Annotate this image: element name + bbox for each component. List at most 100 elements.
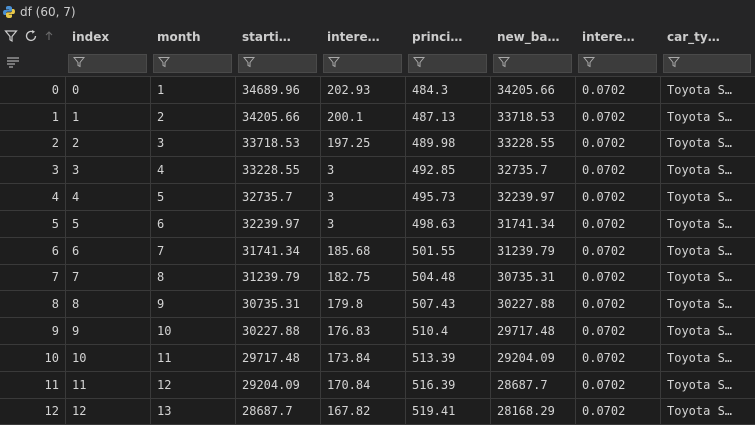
cell-car-type[interactable]: Toyota S… [661,399,755,425]
cell-interest-paid[interactable]: 3 [321,210,406,237]
table-row[interactable]: 1 1 2 34205.66 200.1 487.13 33718.53 0.0702 Toyo… [0,103,755,131]
column-header-month[interactable]: month [151,30,236,44]
cell-starting-balance[interactable]: 31239.79 [236,264,321,291]
table-row[interactable]: 5 5 6 32239.97 3 498.63 31741.34 0.0702 Toyota S… [0,210,755,238]
cell-index[interactable]: 7 [66,264,151,291]
column-filter[interactable] [321,53,406,73]
cell-interest-paid[interactable]: 202.93 [321,77,406,103]
cell-month[interactable]: 9 [151,291,236,318]
column-filter[interactable] [406,53,491,73]
column-filter[interactable] [576,53,661,73]
cell-new-balance[interactable]: 33228.55 [491,130,576,157]
column-filter[interactable] [661,53,755,73]
cell-new-balance[interactable]: 28687.7 [491,371,576,398]
column-filter[interactable] [66,53,151,73]
cell-starting-balance[interactable]: 33718.53 [236,130,321,157]
cell-index[interactable]: 6 [66,237,151,264]
cell-month[interactable]: 3 [151,130,236,157]
cell-principal[interactable]: 489.98 [406,130,491,157]
table-row[interactable]: 9 9 10 30227.88 176.83 510.4 29717.48 0.0702 Toy… [0,318,755,345]
cell-index[interactable]: 11 [66,371,151,398]
cell-starting-balance[interactable]: 29204.09 [236,371,321,398]
column-filter[interactable] [236,53,321,73]
table-row[interactable]: 4 4 5 32735.7 3 495.73 32239.97 0.0702 Toyota S… [0,184,755,211]
cell-principal[interactable]: 501.55 [406,237,491,264]
cell-car-type[interactable]: Toyota S… [661,291,755,317]
cell-starting-balance[interactable]: 34689.96 [236,77,321,103]
cell-car-type[interactable]: Toyota S… [661,318,755,344]
table-row[interactable]: 7 7 8 31239.79 182.75 504.48 30735.31 0.0702 Toy… [0,264,755,292]
table-row[interactable]: 6 6 7 31741.34 185.68 501.55 31239.79 0.0702 Toy… [0,237,755,265]
cell-index[interactable]: 3 [66,157,151,184]
cell-car-type[interactable]: Toyota S… [661,157,755,183]
cell-month[interactable]: 12 [151,371,236,398]
refresh-icon[interactable] [24,29,38,46]
cell-interest-paid[interactable]: 176.83 [321,318,406,344]
cell-interest-rate[interactable]: 0.0702 [576,157,661,184]
cell-interest-paid[interactable]: 167.82 [321,398,406,425]
column-header-interest-paid[interactable]: intere… [321,30,406,44]
cell-interest-paid[interactable]: 170.84 [321,371,406,398]
cell-new-balance[interactable]: 31741.34 [491,210,576,237]
cell-month[interactable]: 10 [151,318,236,344]
cell-interest-rate[interactable]: 0.0702 [576,291,661,318]
cell-car-type[interactable]: Toyota S… [661,184,755,210]
cell-new-balance[interactable]: 29717.48 [491,318,576,344]
list-filter-icon[interactable] [6,56,20,71]
table-row[interactable]: 12 12 13 28687.7 167.82 519.41 28168.29 0.0702 T… [0,398,755,425]
cell-interest-rate[interactable]: 0.0702 [576,371,661,398]
column-filter[interactable] [491,53,576,73]
cell-interest-rate[interactable]: 0.0702 [576,103,661,130]
cell-index[interactable]: 1 [66,103,151,130]
cell-principal[interactable]: 507.43 [406,291,491,318]
cell-principal[interactable]: 513.39 [406,344,491,371]
cell-starting-balance[interactable]: 30227.88 [236,318,321,344]
cell-car-type[interactable]: Toyota S… [661,372,755,398]
cell-principal[interactable]: 495.73 [406,184,491,210]
cell-interest-rate[interactable]: 0.0702 [576,184,661,210]
cell-principal[interactable]: 498.63 [406,210,491,237]
cell-interest-rate[interactable]: 0.0702 [576,318,661,344]
cell-starting-balance[interactable]: 34205.66 [236,103,321,130]
cell-month[interactable]: 13 [151,398,236,425]
cell-starting-balance[interactable]: 28687.7 [236,398,321,425]
cell-starting-balance[interactable]: 32239.97 [236,210,321,237]
cell-new-balance[interactable]: 29204.09 [491,344,576,371]
cell-interest-rate[interactable]: 0.0702 [576,264,661,291]
column-header-starting-balance[interactable]: starti… [236,30,321,44]
cell-index[interactable]: 5 [66,210,151,237]
cell-principal[interactable]: 504.48 [406,264,491,291]
cell-index[interactable]: 4 [66,184,151,210]
cell-index[interactable]: 0 [66,77,151,103]
filter-icon[interactable] [4,29,18,46]
column-header-principal[interactable]: princi… [406,30,491,44]
cell-starting-balance[interactable]: 33228.55 [236,157,321,184]
cell-car-type[interactable]: Toyota S… [661,104,755,130]
cell-interest-rate[interactable]: 0.0702 [576,77,661,103]
cell-month[interactable]: 5 [151,184,236,210]
cell-interest-rate[interactable]: 0.0702 [576,398,661,425]
cell-new-balance[interactable]: 34205.66 [491,77,576,103]
sort-arrow-icon[interactable] [44,29,54,46]
cell-new-balance[interactable]: 28168.29 [491,398,576,425]
column-filter[interactable] [151,53,236,73]
cell-principal[interactable]: 492.85 [406,157,491,184]
cell-car-type[interactable]: Toyota S… [661,131,755,157]
cell-car-type[interactable]: Toyota S… [661,211,755,237]
cell-principal[interactable]: 510.4 [406,318,491,344]
cell-month[interactable]: 2 [151,103,236,130]
cell-starting-balance[interactable]: 30735.31 [236,291,321,318]
table-row[interactable]: 11 11 12 29204.09 170.84 516.39 28687.7 0.0702 T… [0,371,755,399]
cell-index[interactable]: 8 [66,291,151,318]
cell-index[interactable]: 12 [66,398,151,425]
cell-car-type[interactable]: Toyota S… [661,265,755,291]
cell-principal[interactable]: 516.39 [406,371,491,398]
cell-starting-balance[interactable]: 31741.34 [236,237,321,264]
cell-principal[interactable]: 487.13 [406,103,491,130]
cell-principal[interactable]: 484.3 [406,77,491,103]
cell-interest-rate[interactable]: 0.0702 [576,344,661,371]
table-row[interactable]: 3 3 4 33228.55 3 492.85 32735.7 0.0702 Toyota S… [0,157,755,185]
cell-interest-paid[interactable]: 185.68 [321,237,406,264]
cell-new-balance[interactable]: 30227.88 [491,291,576,318]
cell-principal[interactable]: 519.41 [406,398,491,425]
